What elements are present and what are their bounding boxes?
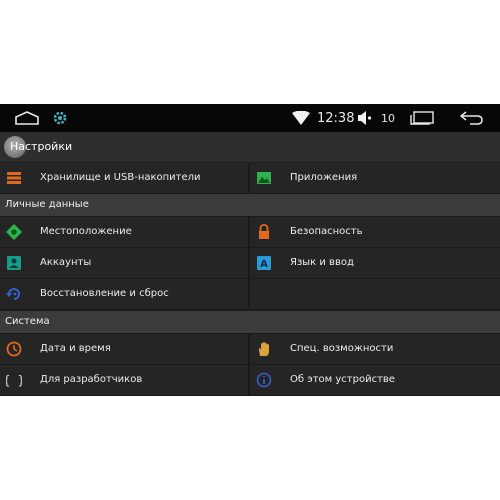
- page-title: Настройки: [10, 140, 73, 153]
- settings-item-backup-reset[interactable]: Восстановление и сброс: [0, 279, 248, 309]
- status-bar: 12:38 10: [0, 104, 500, 132]
- settings-item-empty: [250, 279, 500, 309]
- gear-icon[interactable]: [52, 104, 68, 132]
- storage-icon: [7, 172, 21, 184]
- settings-item-label: Приложения: [290, 172, 358, 183]
- home-icon[interactable]: [14, 104, 40, 132]
- accessibility-hand-icon: [258, 342, 269, 356]
- settings-item-label: Спец. возможности: [290, 343, 394, 354]
- settings-item-date-time[interactable]: Дата и время: [0, 334, 248, 364]
- settings-item-label: Об этом устройстве: [290, 374, 395, 385]
- section-title: Система: [5, 316, 50, 327]
- settings-item-label: Дата и время: [40, 343, 111, 354]
- back-icon[interactable]: [460, 104, 484, 132]
- settings-item-label: Для разработчиков: [40, 374, 143, 385]
- settings-item-label: Хранилище и USB-накопители: [40, 172, 201, 183]
- language-icon: A: [257, 256, 271, 270]
- volume-level: 10: [381, 111, 395, 125]
- settings-item-label: Местоположение: [40, 226, 132, 237]
- section-header-system: Система: [0, 311, 500, 333]
- settings-item-label: Аккаунты: [40, 257, 92, 268]
- restore-icon: [6, 288, 20, 300]
- svg-text:A: A: [260, 259, 268, 270]
- settings-item-security[interactable]: Безопасность: [250, 217, 500, 247]
- android-settings-screen: 12:38 10 Настройки Хранилище и USB-накоп…: [0, 104, 500, 396]
- developer-braces-icon: { }: [6, 374, 22, 388]
- apps-icon: [257, 172, 271, 184]
- volume-icon[interactable]: [357, 104, 373, 132]
- settings-item-developer[interactable]: { } Для разработчиков: [0, 365, 248, 395]
- section-header-personal: Личные данные: [0, 194, 500, 216]
- accounts-icon: [7, 256, 21, 270]
- recent-apps-icon[interactable]: [410, 104, 434, 132]
- settings-item-storage[interactable]: Хранилище и USB-накопители: [0, 163, 248, 193]
- settings-item-label: Язык и ввод: [290, 257, 354, 268]
- settings-item-location[interactable]: Местоположение: [0, 217, 248, 247]
- settings-item-language[interactable]: A Язык и ввод: [250, 248, 500, 278]
- section-title: Личные данные: [5, 199, 89, 210]
- app-title-bar: Настройки: [0, 132, 500, 163]
- settings-item-about[interactable]: Об этом устройстве: [250, 365, 500, 395]
- wifi-icon: [292, 104, 310, 132]
- clock-time: 12:38: [317, 110, 355, 126]
- settings-item-label: Восстановление и сброс: [40, 288, 169, 299]
- location-icon: [6, 224, 22, 240]
- info-icon: [256, 372, 272, 388]
- settings-item-accounts[interactable]: Аккаунты: [0, 248, 248, 278]
- svg-text:{ }: { }: [6, 374, 22, 388]
- clock-icon: [6, 341, 22, 357]
- settings-item-accessibility[interactable]: Спец. возможности: [250, 334, 500, 364]
- settings-item-label: Безопасность: [290, 226, 363, 237]
- lock-icon: [259, 224, 269, 239]
- settings-item-apps[interactable]: Приложения: [250, 163, 500, 193]
